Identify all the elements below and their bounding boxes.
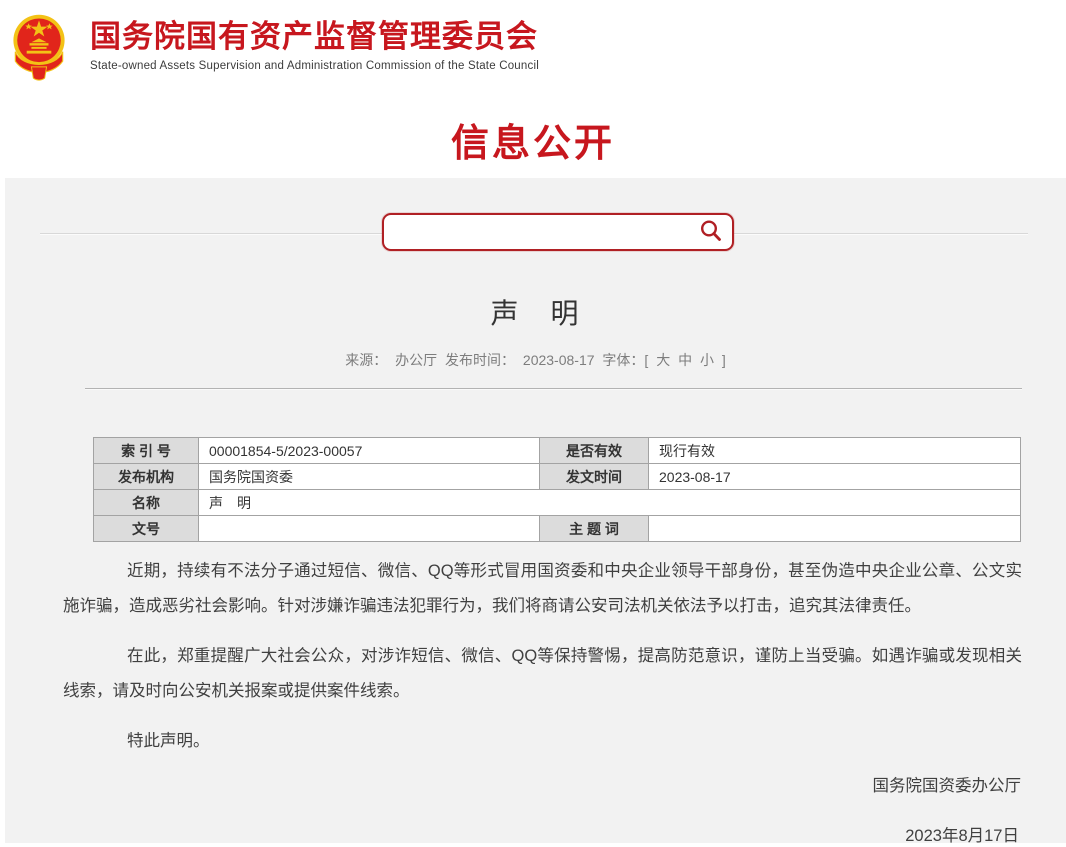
pub-time-label: 发布时间： bbox=[445, 352, 515, 368]
pub-time-value: 2023-08-17 bbox=[523, 352, 595, 368]
magnifier-icon bbox=[698, 218, 724, 244]
search-button[interactable] bbox=[695, 218, 727, 246]
article-meta: 来源： 办公厅 发布时间： 2023-08-17 字体：[ 大 中 小 ] bbox=[5, 350, 1066, 370]
doc-name-value: 声 明 bbox=[199, 490, 1021, 516]
doc-name-label: 名称 bbox=[94, 490, 199, 516]
index-number-label: 索 引 号 bbox=[94, 438, 199, 464]
validity-label: 是否有效 bbox=[540, 438, 649, 464]
paragraph: 近期，持续有不法分子通过短信、微信、QQ等形式冒用国资委和中央企业领导干部身份，… bbox=[63, 554, 1022, 624]
search-input[interactable] bbox=[384, 215, 732, 249]
validity-value: 现行有效 bbox=[649, 438, 1021, 464]
article-body: 近期，持续有不法分子通过短信、微信、QQ等形式冒用国资委和中央企业领导干部身份，… bbox=[63, 554, 1022, 774]
table-row-org: 发布机构 国务院国资委 发文时间 2023-08-17 bbox=[94, 464, 1021, 490]
doc-number-label: 文号 bbox=[94, 516, 199, 542]
site-title: 国务院国有资产监督管理委员会 bbox=[90, 20, 539, 54]
issuing-org-value: 国务院国资委 bbox=[199, 464, 540, 490]
source-label: 来源： bbox=[345, 352, 387, 368]
page-title: 信息公开 bbox=[0, 112, 1066, 167]
content-panel: 声 明 来源： 办公厅 发布时间： 2023-08-17 字体：[ 大 中 小 … bbox=[5, 178, 1066, 843]
site-brand-link[interactable]: 国务院国有资产监督管理委员会 State-owned Assets Superv… bbox=[0, 0, 1066, 82]
brand-text: 国务院国有资产监督管理委员会 State-owned Assets Superv… bbox=[90, 10, 539, 72]
site-header: 国务院国有资产监督管理委员会 State-owned Assets Superv… bbox=[0, 0, 1066, 178]
font-size-small-button[interactable]: 小 bbox=[700, 352, 714, 368]
site-subtitle: State-owned Assets Supervision and Admin… bbox=[90, 60, 539, 72]
signature-org: 国务院国资委办公厅 bbox=[873, 772, 1022, 796]
search-box bbox=[382, 213, 734, 251]
issuing-org-label: 发布机构 bbox=[94, 464, 199, 490]
national-emblem-icon bbox=[8, 10, 70, 82]
index-number-value: 00001854-5/2023-00057 bbox=[199, 438, 540, 464]
source-value: 办公厅 bbox=[395, 352, 437, 368]
keyword-value bbox=[649, 516, 1021, 542]
meta-divider-line bbox=[85, 388, 1022, 389]
document-info-table: 索 引 号 00001854-5/2023-00057 是否有效 现行有效 发布… bbox=[93, 437, 1021, 542]
font-size-label: 字体：[ bbox=[602, 352, 648, 368]
issue-date-label: 发文时间 bbox=[540, 464, 649, 490]
signature-date: 2023年8月17日 bbox=[905, 822, 1019, 846]
table-row-docno: 文号 主 题 词 bbox=[94, 516, 1021, 542]
font-size-medium-button[interactable]: 中 bbox=[678, 352, 692, 368]
paragraph: 在此，郑重提醒广大社会公众，对涉诈短信、微信、QQ等保持警惕，提高防范意识，谨防… bbox=[63, 639, 1022, 709]
paragraph: 特此声明。 bbox=[63, 724, 1022, 759]
doc-number-value bbox=[199, 516, 540, 542]
keyword-label: 主 题 词 bbox=[540, 516, 649, 542]
table-row-index: 索 引 号 00001854-5/2023-00057 是否有效 现行有效 bbox=[94, 438, 1021, 464]
table-row-name: 名称 声 明 bbox=[94, 490, 1021, 516]
issue-date-value: 2023-08-17 bbox=[649, 464, 1021, 490]
article-title: 声 明 bbox=[5, 292, 1066, 332]
font-size-label-close: ] bbox=[722, 352, 726, 368]
font-size-large-button[interactable]: 大 bbox=[656, 352, 670, 368]
